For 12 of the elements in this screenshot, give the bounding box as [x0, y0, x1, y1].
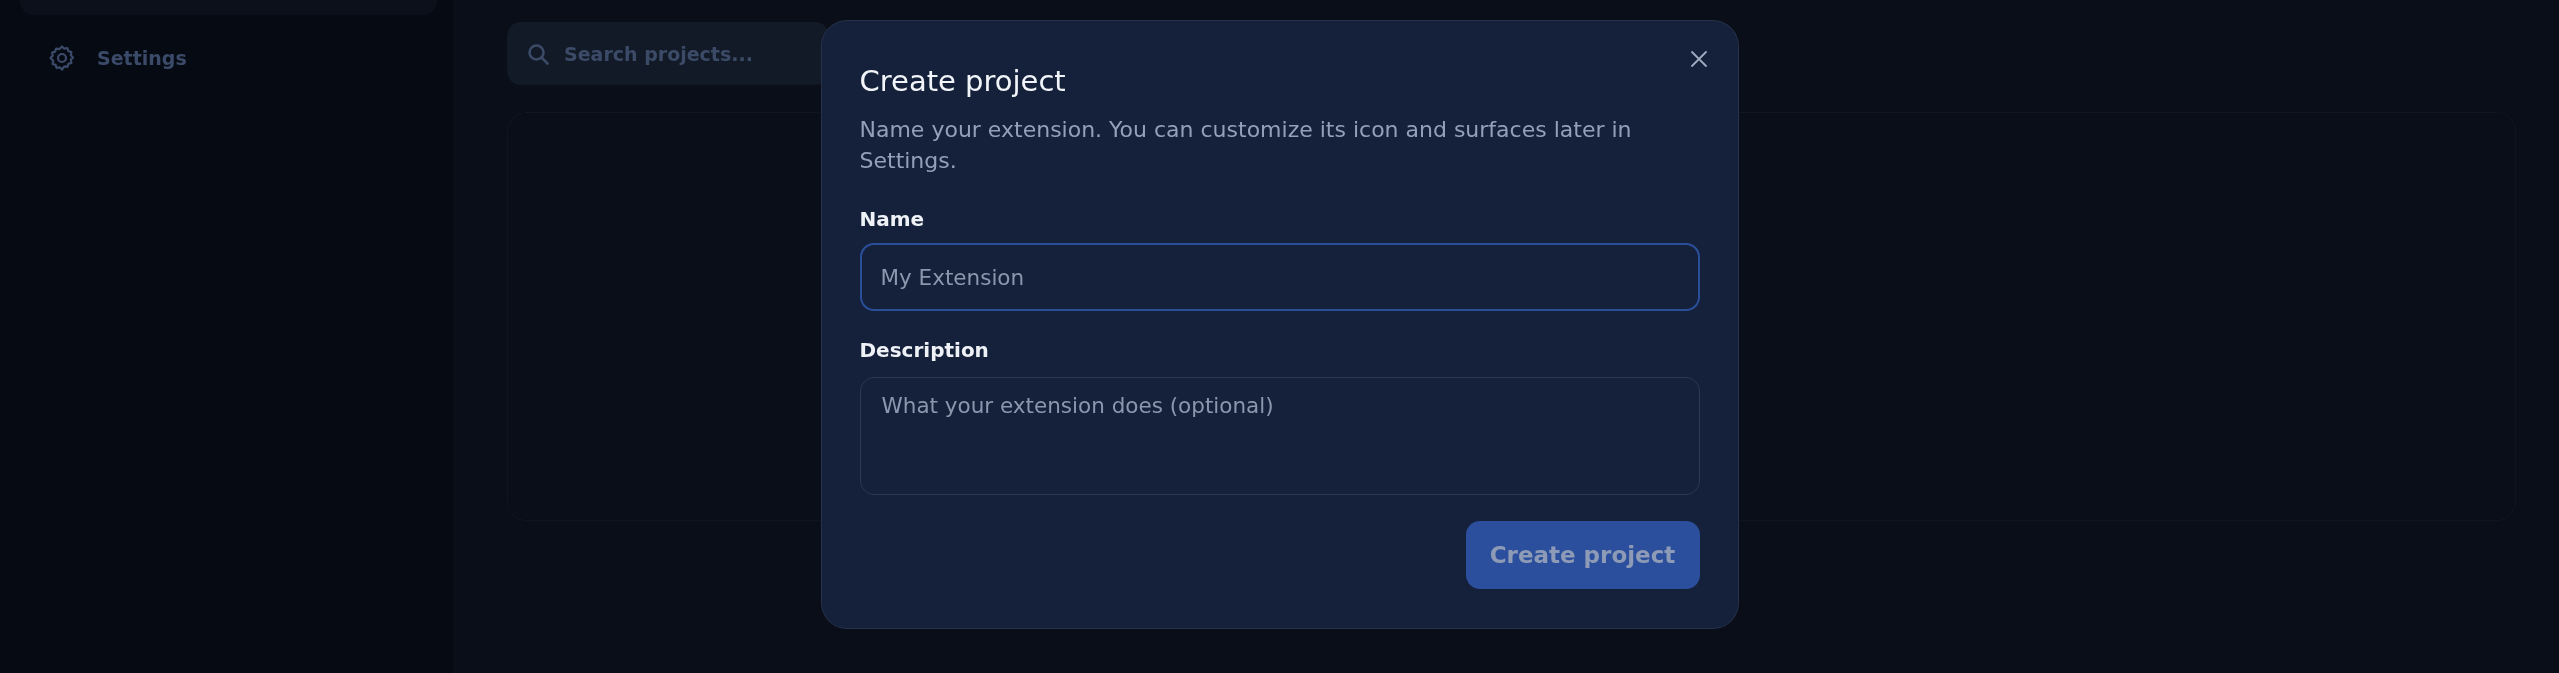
field-label: Name: [859, 206, 926, 233]
close-icon: [1689, 50, 1708, 68]
gear-icon: [48, 44, 76, 72]
field-label: Description: [859, 337, 990, 364]
dialog-description: Name your extension. You can customize its icon and surfaces later in Settings.: [859, 116, 1633, 175]
input-field[interactable]: My Extension: [859, 243, 1700, 311]
search-icon: [526, 42, 550, 66]
close-button[interactable]: [1689, 50, 1708, 68]
textarea-field[interactable]: What your extension does (optional): [859, 377, 1700, 495]
sidebar-item[interactable]: Settings: [20, 43, 437, 73]
dialog-title: Create project: [859, 63, 1067, 99]
search-field[interactable]: Search projects...: [507, 22, 829, 85]
